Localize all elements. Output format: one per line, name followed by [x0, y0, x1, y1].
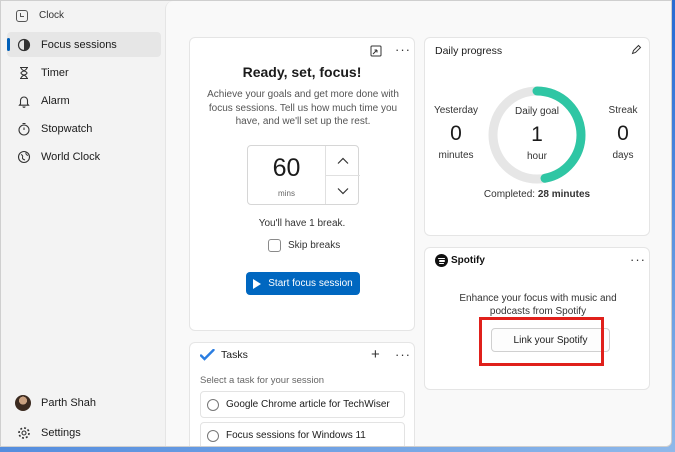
task-label: Focus sessions for Windows 11	[226, 430, 366, 441]
sidebar-item-alarm[interactable]: Alarm	[7, 88, 161, 113]
task-item[interactable]: Google Chrome article for TechWiser	[200, 391, 405, 418]
skip-breaks-label: Skip breaks	[288, 240, 341, 251]
daily-goal-value: 1	[531, 123, 543, 146]
completed-value: 28 minutes	[537, 189, 591, 200]
checkmark-icon	[200, 349, 215, 361]
minutes-value[interactable]: 60	[248, 154, 325, 183]
sidebar-item-label: Focus sessions	[41, 38, 117, 51]
streak-label: Streak	[608, 105, 638, 116]
skip-breaks-checkbox[interactable]	[268, 239, 281, 252]
stopwatch-icon	[17, 122, 31, 136]
daily-goal-label: Daily goal	[515, 106, 559, 117]
sidebar-item-settings[interactable]: Settings	[7, 420, 161, 445]
completed-label: Completed:	[483, 189, 536, 200]
start-focus-session-button[interactable]: Start focus session	[246, 272, 360, 295]
increase-minutes-button[interactable]	[326, 146, 360, 175]
streak-stat: Streak 0 days	[595, 105, 651, 161]
sidebar-item-world-clock[interactable]: World Clock	[7, 144, 161, 169]
focus-session-card: ··· Ready, set, focus! Achieve your goal…	[189, 37, 415, 331]
yesterday-label: Yesterday	[433, 105, 479, 116]
yesterday-stat: Yesterday 0 minutes	[429, 105, 483, 161]
spotify-description: Enhance your focus with music and podcas…	[459, 293, 617, 317]
spotify-icon	[435, 254, 448, 267]
spotify-brand: Spotify	[451, 255, 485, 266]
start-focus-label: Start focus session	[268, 278, 353, 289]
daily-progress-card: Daily progress Yesterday 0 minutes Daily…	[424, 37, 650, 236]
focus-description: Achieve your goals and get more done wit…	[207, 89, 399, 127]
tasks-more-button[interactable]: ···	[395, 348, 411, 361]
spotify-more-button[interactable]: ···	[630, 253, 646, 266]
globe-icon	[17, 150, 31, 164]
task-radio[interactable]	[207, 429, 219, 442]
tasks-title: Tasks	[221, 349, 248, 361]
sidebar-item-stopwatch[interactable]: Stopwatch	[7, 116, 161, 141]
completed-summary: Completed: 28 minutes	[425, 189, 649, 200]
focus-title: Ready, set, focus!	[242, 64, 362, 80]
sidebar: Focus sessions Timer Alarm Stopwatch Wor…	[1, 31, 165, 446]
sidebar-item-focus-sessions[interactable]: Focus sessions	[7, 32, 161, 57]
user-profile[interactable]: Parth Shah	[7, 390, 161, 415]
decrease-minutes-button[interactable]	[326, 176, 360, 205]
gear-icon	[17, 426, 31, 440]
chevron-up-icon	[337, 157, 349, 164]
task-hint: Select a task for your session	[200, 375, 325, 386]
yesterday-value: 0	[450, 122, 462, 145]
minutes-unit: mins	[278, 189, 295, 198]
streak-value: 0	[617, 122, 629, 145]
add-task-button[interactable]: +	[371, 346, 380, 363]
tasks-header: Tasks	[200, 349, 248, 361]
clock-app-icon	[16, 10, 28, 22]
compact-overlay-icon[interactable]	[370, 45, 382, 60]
sidebar-item-timer[interactable]: Timer	[7, 60, 161, 85]
edit-pencil-icon[interactable]	[631, 44, 642, 58]
app-title: Clock	[39, 10, 65, 21]
sidebar-item-label: Timer	[41, 66, 69, 79]
minutes-stepper[interactable]: 60 mins	[247, 145, 360, 205]
tasks-card: Tasks + ··· Select a task for your sessi…	[189, 342, 415, 446]
yesterday-unit: minutes	[438, 150, 474, 161]
avatar	[15, 394, 31, 411]
clock-window: Clock – ☐ ✕ Focus sessions Timer Alarm	[0, 0, 672, 447]
daily-goal-stat[interactable]: Daily goal 1 hour	[487, 106, 587, 162]
task-label: Google Chrome article for TechWiser	[226, 399, 390, 410]
highlight-box	[479, 317, 604, 366]
focus-more-button[interactable]: ···	[395, 43, 411, 56]
focus-icon	[17, 38, 31, 52]
main-content: ··· Ready, set, focus! Achieve your goal…	[165, 1, 671, 446]
user-name: Parth Shah	[41, 396, 97, 409]
streak-unit: days	[612, 150, 634, 161]
skip-breaks-row[interactable]: Skip breaks	[268, 239, 340, 252]
daily-goal-unit: hour	[526, 151, 547, 162]
hourglass-icon	[17, 66, 31, 80]
daily-progress-title: Daily progress	[435, 45, 503, 57]
bell-icon	[17, 94, 31, 108]
sidebar-item-label: Settings	[41, 426, 81, 439]
chevron-down-icon	[337, 187, 349, 194]
sidebar-item-label: Alarm	[41, 94, 70, 107]
sidebar-item-label: World Clock	[41, 150, 101, 163]
task-item[interactable]: Focus sessions for Windows 11	[200, 422, 405, 446]
spotify-logo: Spotify	[435, 254, 485, 267]
sidebar-item-label: Stopwatch	[41, 122, 93, 135]
task-radio[interactable]	[207, 398, 219, 411]
play-icon	[253, 278, 262, 289]
break-info: You'll have 1 break.	[258, 218, 346, 229]
